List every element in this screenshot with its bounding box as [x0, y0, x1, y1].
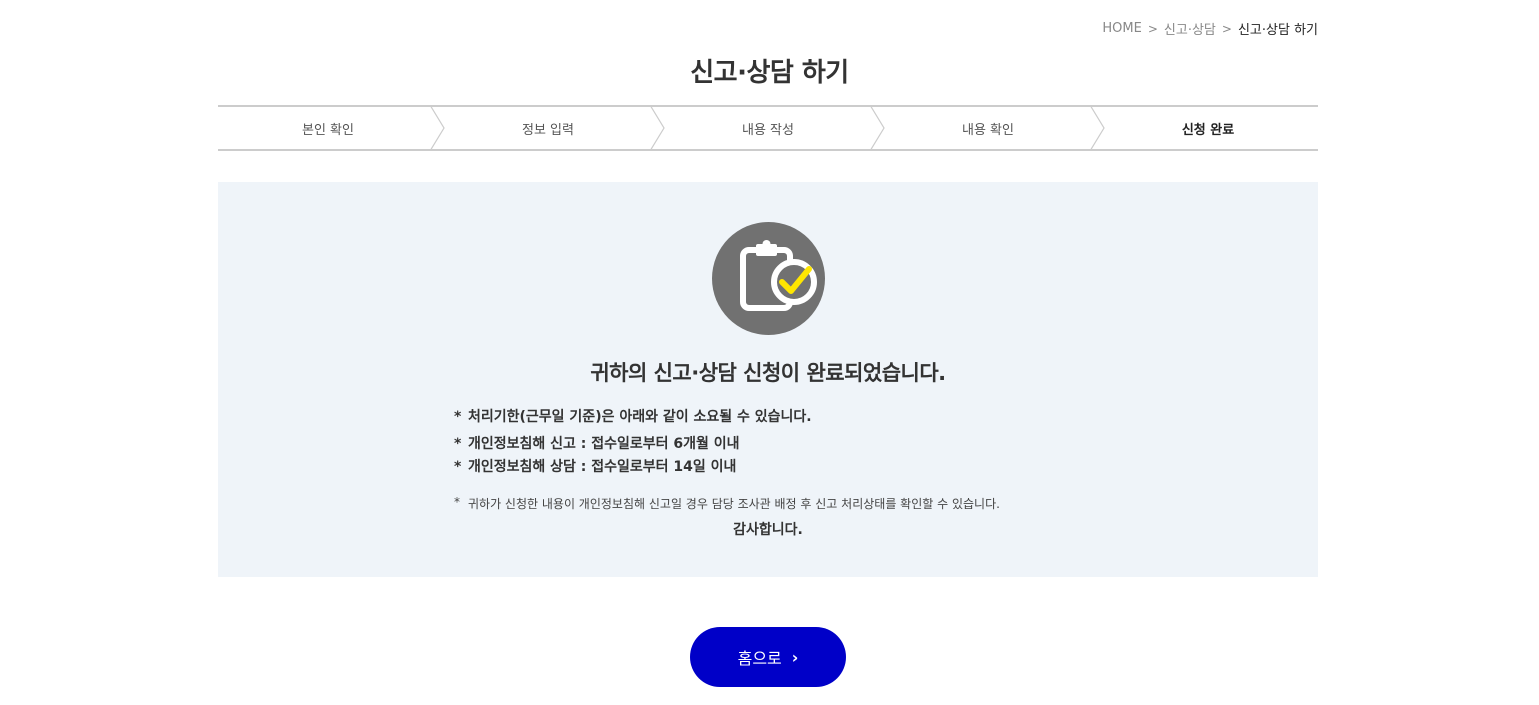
breadcrumb-home[interactable]: HOME [1102, 21, 1141, 36]
breadcrumb-separator-icon: > [1147, 21, 1158, 36]
note-text: 개인정보침해 신고 : 접수일로부터 6개월 이내 [468, 436, 740, 452]
page-title: 신고·상담 하기 [690, 58, 849, 88]
step-info-input: 정보 입력 [438, 105, 665, 151]
processing-notes: * 처리기한(근무일 기준)은 아래와 같이 소요될 수 있습니다. * 개인정… [454, 406, 1154, 479]
breadcrumb-current: 신고·상담 하기 [1237, 23, 1318, 38]
completion-message: 귀하의 신고·상담 신청이 완료되었습니다. [590, 361, 946, 385]
footnote: * 귀하가 신청한 내용이 개인정보침해 신고일 경우 담당 조사관 배정 후 … [454, 495, 1000, 512]
note-text: 개인정보침해 상담 : 접수일로부터 14일 이내 [468, 459, 737, 475]
step-label: 내용 확인 [962, 122, 1014, 138]
step-identity-check: 본인 확인 [218, 105, 445, 151]
step-label: 본인 확인 [302, 122, 354, 138]
step-label: 정보 입력 [522, 122, 574, 138]
step-application-complete: 신청 완료 [1098, 107, 1318, 149]
clipboard-check-icon [712, 222, 825, 335]
note-item: * 개인정보침해 신고 : 접수일로부터 6개월 이내 [454, 433, 1154, 456]
note-text: 처리기한(근무일 기준)은 아래와 같이 소요될 수 있습니다. [468, 409, 812, 425]
bullet-icon: * [454, 495, 460, 509]
step-label: 내용 작성 [742, 122, 794, 138]
bullet-icon: * [454, 459, 462, 475]
bullet-icon: * [454, 436, 462, 452]
footnote-text: 귀하가 신청한 내용이 개인정보침해 신고일 경우 담당 조사관 배정 후 신고… [468, 497, 1000, 511]
step-label: 신청 완료 [1181, 122, 1235, 138]
breadcrumb-separator-icon: > [1221, 21, 1232, 36]
bullet-icon: * [454, 409, 462, 425]
home-button-label: 홈으로 [737, 649, 782, 668]
step-indicator: 본인 확인 정보 입력 내용 작성 내용 확인 신청 완료 [218, 105, 1318, 151]
step-content-write: 내용 작성 [658, 105, 885, 151]
breadcrumb-report-consult[interactable]: 신고·상담 [1164, 19, 1216, 38]
step-content-confirm: 내용 확인 [878, 105, 1105, 151]
chevron-right-icon: › [791, 647, 799, 667]
note-item: * 처리기한(근무일 기준)은 아래와 같이 소요될 수 있습니다. [454, 406, 1154, 429]
breadcrumb: HOME > 신고·상담 > 신고·상담 하기 [1102, 19, 1318, 38]
completion-panel: 귀하의 신고·상담 신청이 완료되었습니다. * 처리기한(근무일 기준)은 아… [218, 182, 1318, 577]
thanks-message: 감사합니다. [733, 522, 803, 538]
home-button[interactable]: 홈으로 › [690, 627, 846, 687]
note-item: * 개인정보침해 상담 : 접수일로부터 14일 이내 [454, 456, 1154, 479]
